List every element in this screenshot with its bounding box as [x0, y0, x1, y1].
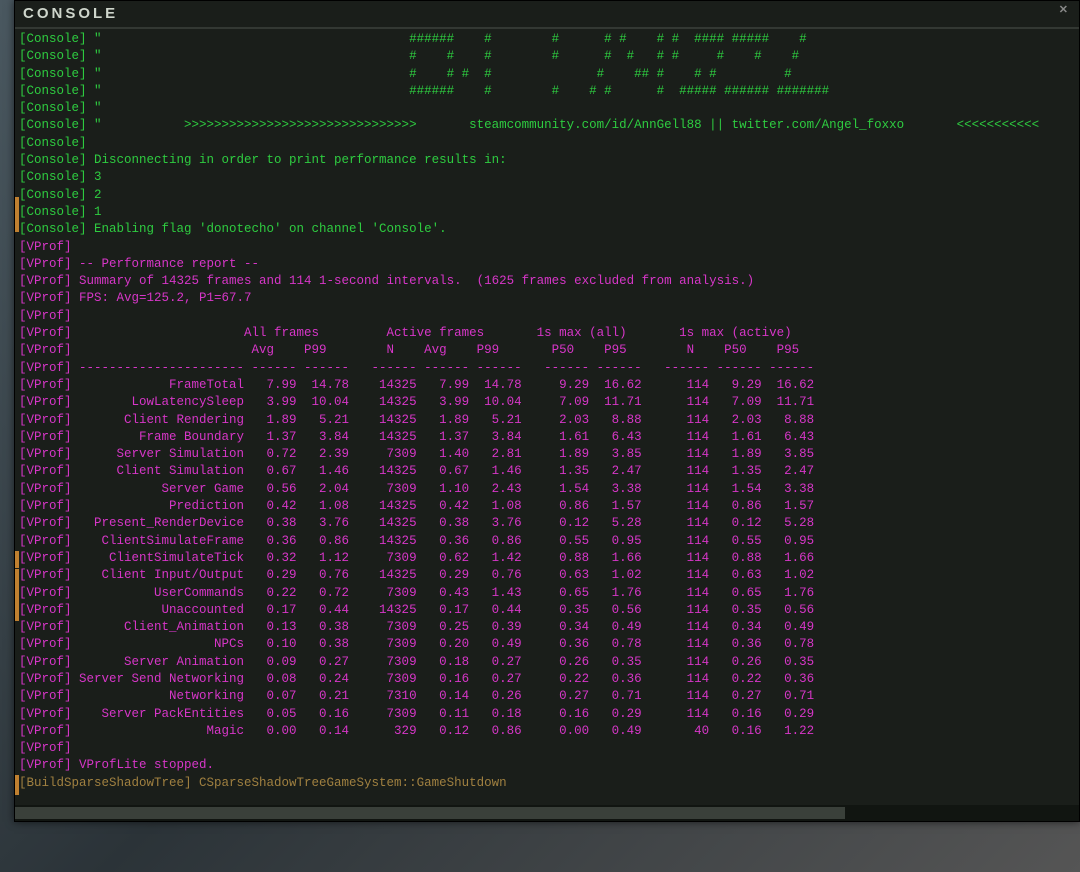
log-line: [Console] "	[19, 100, 1075, 117]
log-line: [VProf] Client Rendering 1.89 5.21 14325…	[19, 412, 1075, 429]
close-icon[interactable]: ✕	[1059, 3, 1071, 16]
log-line: [VProf] Server PackEntities 0.05 0.16 73…	[19, 706, 1075, 723]
log-line: [VProf] Frame Boundary 1.37 3.84 14325 1…	[19, 429, 1075, 446]
log-line: [VProf] Server Game 0.56 2.04 7309 1.10 …	[19, 481, 1075, 498]
log-line: [VProf] Magic 0.00 0.14 329 0.12 0.86 0.…	[19, 723, 1075, 740]
log-line: [VProf] LowLatencySleep 3.99 10.04 14325…	[19, 394, 1075, 411]
log-line: [VProf] Present_RenderDevice 0.38 3.76 1…	[19, 515, 1075, 532]
log-line: [VProf] FPS: Avg=125.2, P1=67.7	[19, 290, 1075, 307]
log-line: [VProf]	[19, 740, 1075, 757]
log-line: [VProf] Avg P99 N Avg P99 P50 P95 N P50 …	[19, 342, 1075, 359]
scrollbar-thumb[interactable]	[15, 807, 845, 819]
horizontal-scrollbar[interactable]	[15, 805, 1079, 821]
log-line: [VProf] NPCs 0.10 0.38 7309 0.20 0.49 0.…	[19, 636, 1075, 653]
log-line: [VProf] Client Input/Output 0.29 0.76 14…	[19, 567, 1075, 584]
log-line: [Console] " ###### # # # # # ##### #####…	[19, 83, 1075, 100]
log-line: [VProf] ---------------------- ------ --…	[19, 360, 1075, 377]
log-line: [VProf] Server Simulation 0.72 2.39 7309…	[19, 446, 1075, 463]
log-line: [Console] " # # # # # # # # # # #	[19, 48, 1075, 65]
log-line: [VProf] FrameTotal 7.99 14.78 14325 7.99…	[19, 377, 1075, 394]
log-line: [VProf] Client_Animation 0.13 0.38 7309 …	[19, 619, 1075, 636]
log-line: [BuildSparseShadowTree] CSparseShadowTre…	[19, 775, 1075, 792]
log-line: [Console] " >>>>>>>>>>>>>>>>>>>>>>>>>>>>…	[19, 117, 1075, 134]
log-line: [VProf] Networking 0.07 0.21 7310 0.14 0…	[19, 688, 1075, 705]
log-line: [Console] 1	[19, 204, 1075, 221]
log-line: [VProf] -- Performance report --	[19, 256, 1075, 273]
log-line: [VProf] Server Send Networking 0.08 0.24…	[19, 671, 1075, 688]
log-line: [Console] 3	[19, 169, 1075, 186]
log-line: [VProf] All frames Active frames 1s max …	[19, 325, 1075, 342]
console-log[interactable]: [Console] " ###### # # # # # # #### ####…	[15, 29, 1079, 803]
log-line: [Console]	[19, 135, 1075, 152]
log-line: [VProf] ClientSimulateFrame 0.36 0.86 14…	[19, 533, 1075, 550]
titlebar[interactable]: CONSOLE ✕	[15, 1, 1079, 25]
log-line: [VProf] Prediction 0.42 1.08 14325 0.42 …	[19, 498, 1075, 515]
log-line: [VProf] Server Animation 0.09 0.27 7309 …	[19, 654, 1075, 671]
log-line: [Console] 2	[19, 187, 1075, 204]
log-line: [Console] Disconnecting in order to prin…	[19, 152, 1075, 169]
log-line: [VProf] UserCommands 0.22 0.72 7309 0.43…	[19, 585, 1075, 602]
log-line: [VProf]	[19, 239, 1075, 256]
log-line: [VProf] Summary of 14325 frames and 114 …	[19, 273, 1075, 290]
log-line: [Console] " ###### # # # # # # #### ####…	[19, 31, 1075, 48]
log-line: [VProf] ClientSimulateTick 0.32 1.12 730…	[19, 550, 1075, 567]
log-line: [VProf] VProfLite stopped.	[19, 757, 1075, 774]
log-line: [VProf] Unaccounted 0.17 0.44 14325 0.17…	[19, 602, 1075, 619]
log-line: [VProf] Client Simulation 0.67 1.46 1432…	[19, 463, 1075, 480]
window-title: CONSOLE	[23, 5, 118, 22]
log-line: [VProf]	[19, 308, 1075, 325]
console-panel: CONSOLE ✕ [Console] " ###### # # # # # #…	[14, 0, 1080, 822]
log-line: [Console] Enabling flag 'donotecho' on c…	[19, 221, 1075, 238]
log-line: [Console] " # # # # # ## # # # #	[19, 66, 1075, 83]
